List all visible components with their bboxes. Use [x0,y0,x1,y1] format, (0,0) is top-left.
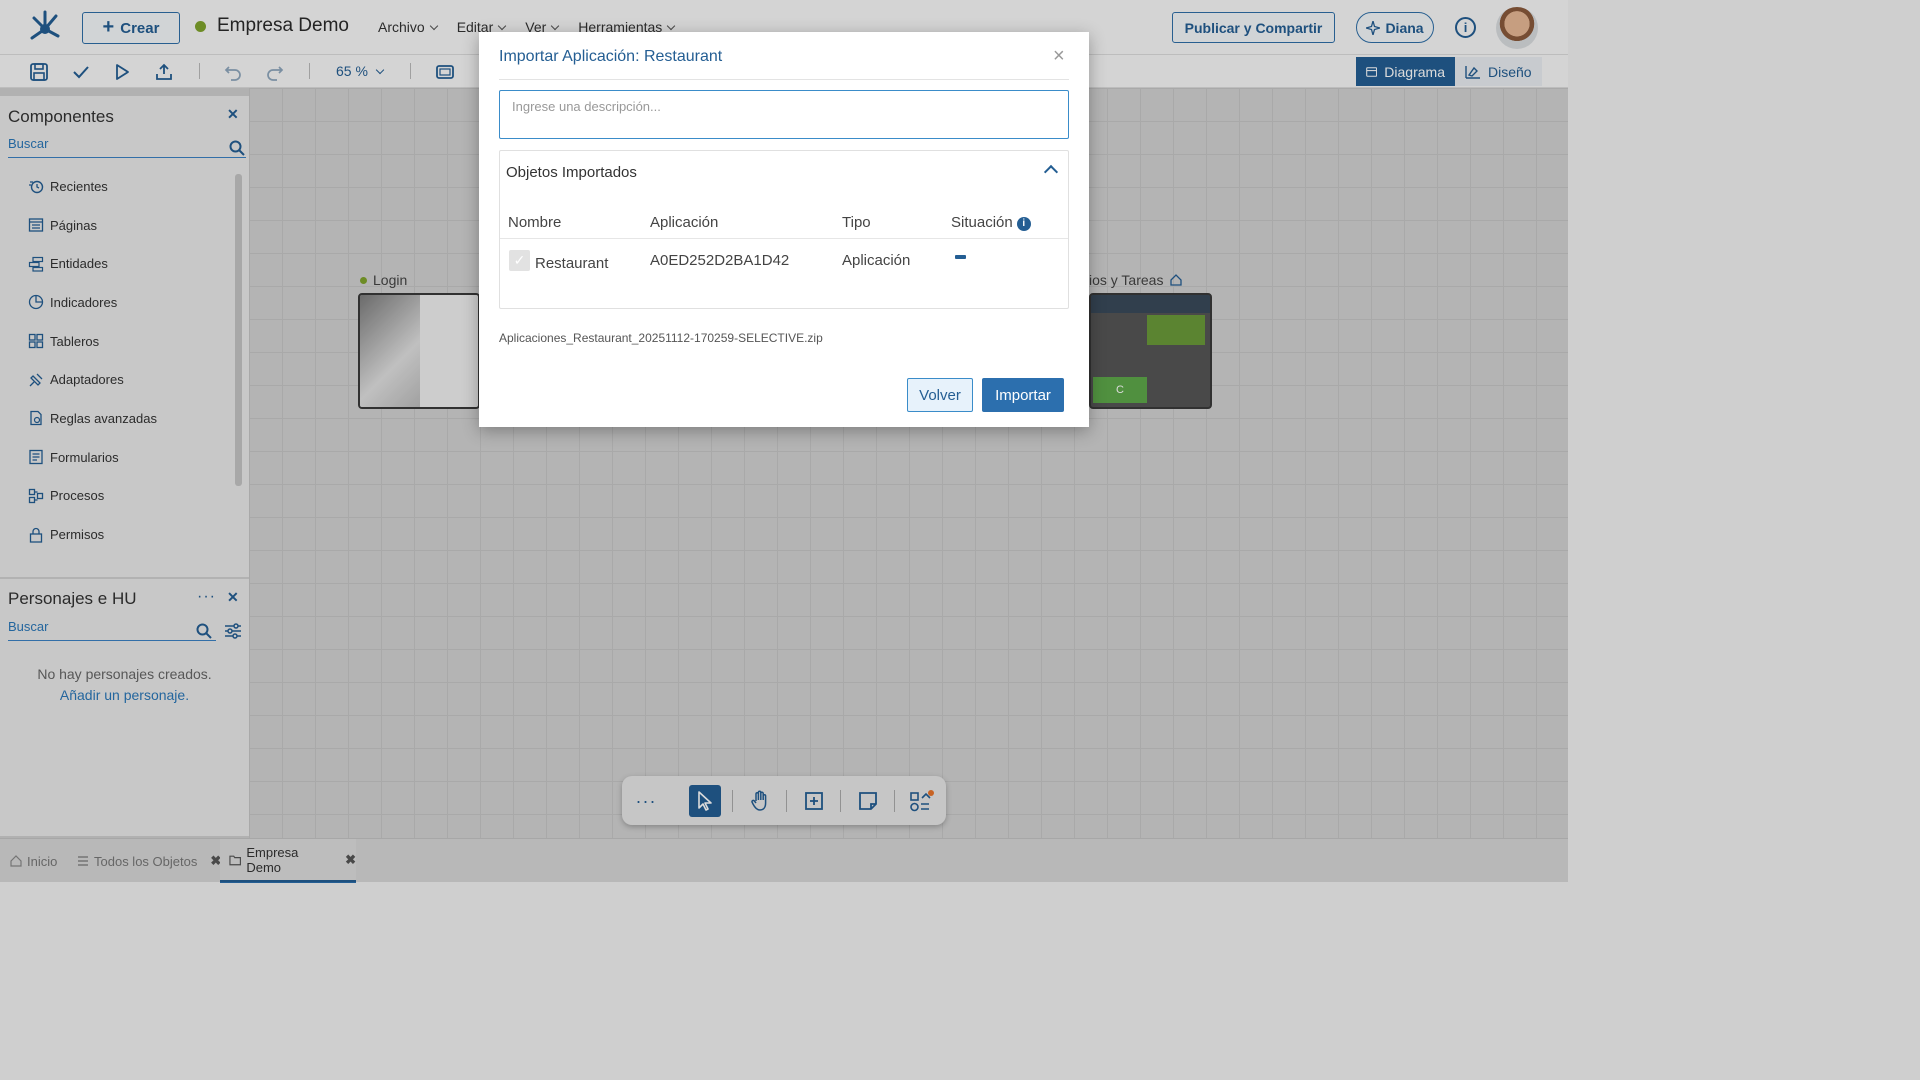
cell-aplicacion: A0ED252D2BA1D42 [650,252,790,269]
table-header-divider [500,238,1068,239]
dialog-title: Importar Aplicación: Restaurant [499,48,723,65]
row-checkbox[interactable]: ✓ [509,250,530,271]
import-file-name: Aplicaciones_Restaurant_20251112-170259-… [499,331,823,345]
column-header-aplicacion[interactable]: Aplicación [650,214,718,231]
import-button[interactable]: Importar [982,378,1064,412]
column-header-situacion-label: Situación [951,214,1013,231]
column-header-tipo[interactable]: Tipo [842,214,871,231]
cell-tipo: Aplicación [842,252,911,269]
dialog-divider [499,79,1069,80]
info-icon[interactable]: i [1016,216,1031,231]
back-button[interactable]: Volver [907,378,973,412]
close-dialog-icon[interactable]: × [1053,46,1065,66]
import-app-dialog: Importar Aplicación: Restaurant × Objeto… [479,32,1089,427]
column-header-nombre[interactable]: Nombre [508,214,561,231]
column-header-situacion[interactable]: Situación i [951,214,1031,231]
chevron-up-icon[interactable] [1043,164,1059,180]
section-title: Objetos Importados [506,164,637,181]
imported-objects-section: Objetos Importados Nombre Aplicación Tip… [499,150,1069,309]
situation-status-indicator [955,255,966,259]
description-input[interactable] [499,90,1069,139]
cell-nombre: Restaurant [535,255,609,272]
